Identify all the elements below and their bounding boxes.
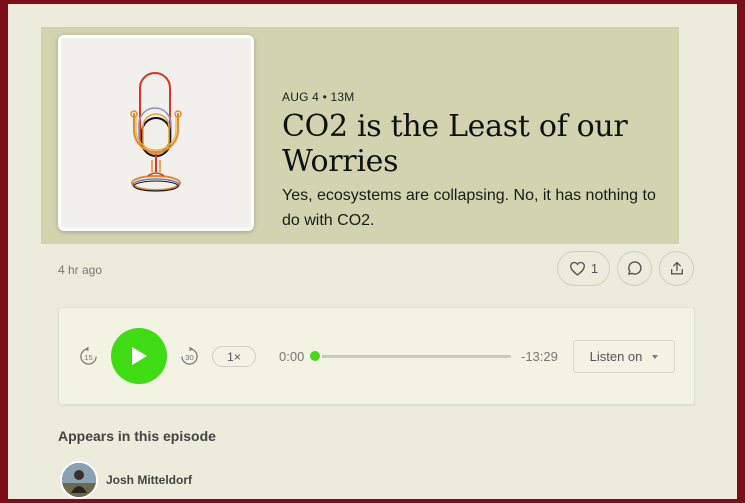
episode-meta: AUG 4 • 13M [282,90,354,104]
playback-speed-button[interactable]: 1× [212,346,256,367]
skip-back-button[interactable]: 15 [79,346,98,366]
heart-icon [569,261,585,276]
like-button[interactable]: 1 [557,251,610,286]
caret-down-icon [652,354,659,359]
skip-forward-button[interactable]: 30 [180,346,199,366]
episode-hero: AUG 4 • 13M CO2 is the Least of our Worr… [41,27,679,244]
skip-back-15-icon: 15 [80,346,97,365]
microphone-icon [130,72,182,192]
comment-button[interactable] [617,251,652,286]
progress-track[interactable] [316,355,511,358]
person-item[interactable]: Josh Mitteldorf [60,461,192,499]
episode-subtitle: Yes, ecosystems are collapsing. No, it h… [282,187,656,229]
like-count: 1 [590,261,599,276]
post-actions: 1 [557,251,694,286]
play-button[interactable] [111,328,167,384]
progress-handle[interactable] [308,349,322,363]
episode-cover-image [58,35,254,231]
share-icon [670,261,683,275]
current-time: 0:00 [279,349,305,364]
avatar-photo [62,463,96,497]
remaining-time: -13:29 [521,349,558,364]
avatar [60,461,98,499]
listen-on-label: Listen on [589,349,643,364]
skip-forward-amount: 30 [185,353,193,362]
page: AUG 4 • 13M CO2 is the Least of our Worr… [8,4,737,499]
share-button[interactable] [659,251,694,286]
skip-forward-30-icon: 30 [181,346,198,365]
play-icon [132,347,147,365]
skip-back-amount: 15 [84,353,92,362]
comment-icon [628,261,642,275]
episode-date: AUG 4 [282,90,320,104]
appears-heading: Appears in this episode [58,428,216,444]
audio-player: 15 30 1× 0:00 -13:29 Listen on [58,307,695,405]
posted-time: 4 hr ago [58,263,103,277]
listen-on-dropdown[interactable]: Listen on [573,340,675,373]
episode-title[interactable]: CO2 is the Least of our Worries [282,109,662,179]
person-name: Josh Mitteldorf [106,473,192,487]
meta-separator: • [322,90,327,104]
episode-duration: 13M [330,90,355,104]
